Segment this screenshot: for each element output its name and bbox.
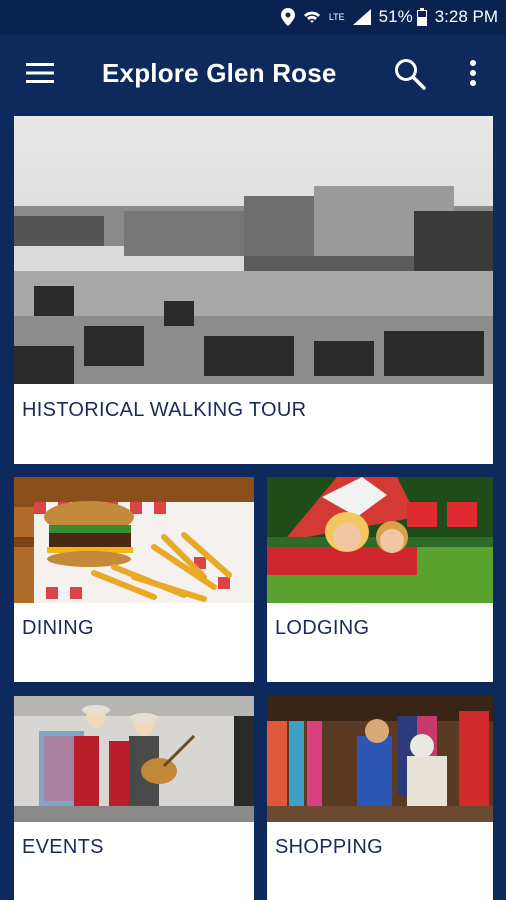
card-label: EVENTS: [22, 836, 104, 858]
signal-icon: [352, 9, 371, 25]
more-vert-icon[interactable]: [468, 58, 478, 93]
boutique-shopping-photo: [267, 696, 493, 822]
page-title: Explore Glen Rose: [102, 58, 337, 88]
status-bar: LTE 51% 3:28 PM: [0, 0, 506, 34]
historic-town-square-photo: [14, 116, 493, 384]
card-shopping[interactable]: SHOPPING: [267, 696, 493, 900]
card-events[interactable]: EVENTS: [14, 696, 254, 900]
clock: 3:28 PM: [434, 7, 498, 26]
card-historical-walking-tour[interactable]: HISTORICAL WALKING TOUR: [14, 116, 493, 464]
card-dining[interactable]: DINING: [14, 477, 254, 682]
live-music-band-photo: [14, 696, 254, 822]
menu-icon[interactable]: [26, 63, 54, 88]
app-bar: Explore Glen Rose: [0, 34, 506, 116]
card-lodging[interactable]: LODGING: [267, 477, 493, 682]
search-icon[interactable]: [394, 58, 426, 95]
battery-percent: 51%: [378, 7, 413, 26]
card-label: DINING: [22, 617, 94, 639]
card-label: HISTORICAL WALKING TOUR: [22, 399, 307, 421]
camping-tent-photo: [267, 477, 493, 603]
battery-icon: [416, 8, 427, 26]
card-label: LODGING: [275, 617, 370, 639]
wifi-calling-icon: [303, 9, 321, 25]
network-type-icon: LTE: [328, 12, 345, 22]
burger-fries-photo: [14, 477, 254, 603]
card-label: SHOPPING: [275, 836, 383, 858]
location-icon: [280, 8, 295, 26]
